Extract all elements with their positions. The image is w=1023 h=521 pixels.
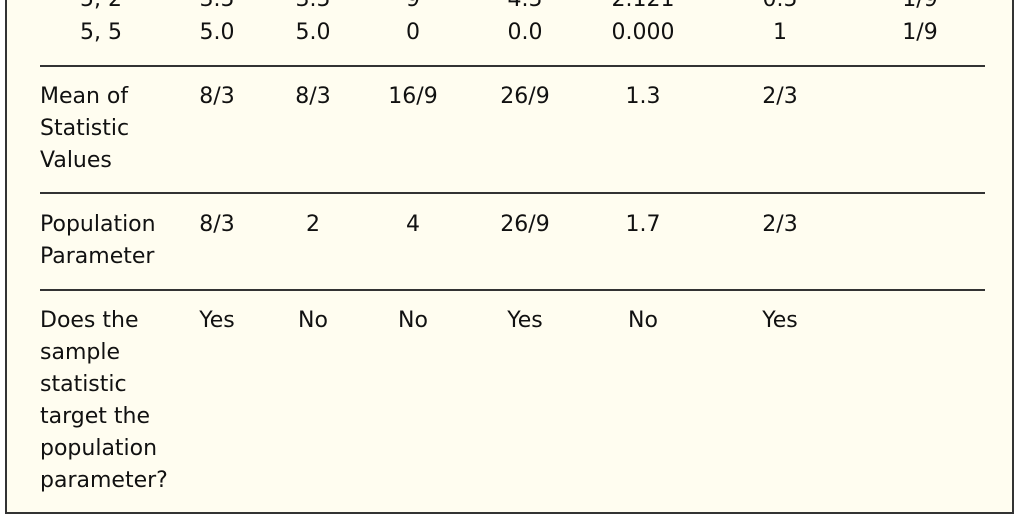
table-cell: 0 — [406, 20, 420, 45]
table-cell: 4 — [406, 212, 420, 237]
table-cell: 4.5 — [508, 0, 543, 16]
row-divider — [40, 192, 985, 194]
row-label: Population Parameter — [40, 212, 156, 269]
table-cell: 2 — [306, 212, 320, 237]
table-cell: 5.0 — [199, 20, 235, 45]
table-cell: 26/9 — [500, 212, 550, 237]
row-divider — [40, 65, 985, 67]
table-cell: 1/9 — [902, 20, 938, 45]
table-cell: 8/3 — [199, 84, 235, 109]
table-cell: 1.7 — [625, 212, 661, 237]
table-cell: 1 — [773, 20, 787, 45]
table-cell: 0.0 — [507, 20, 543, 45]
row-divider — [40, 289, 985, 291]
row-label: 5, 2 — [80, 0, 122, 16]
table-cell: Yes — [507, 308, 543, 333]
table-cell: 3.5 — [296, 0, 331, 16]
row-label: Mean of Statistic Values — [40, 84, 130, 173]
table-cell: Yes — [762, 308, 798, 333]
table-cell: 16/9 — [388, 84, 438, 109]
table-cell: 8/3 — [295, 84, 331, 109]
table-cell: 2/3 — [762, 84, 798, 109]
table-cell: 2.121 — [612, 0, 675, 16]
table-cell: 0.5 — [763, 0, 798, 16]
table-cell: 1.3 — [625, 84, 661, 109]
table-cell: 1/9 — [902, 0, 937, 16]
table-cell: Yes — [199, 308, 235, 333]
table-cell: 26/9 — [500, 84, 550, 109]
row-label: 5, 5 — [80, 20, 122, 45]
table-cell: 0.000 — [611, 20, 675, 45]
table-cell: 2/3 — [762, 212, 798, 237]
row-label: Does the sample statistic target the pop… — [40, 308, 168, 493]
table-cell: No — [398, 308, 428, 333]
table-cell: 9 — [406, 0, 420, 16]
table-cell: 3.5 — [200, 0, 235, 16]
table-cell: 8/3 — [199, 212, 235, 237]
table-cell: No — [298, 308, 328, 333]
table-cell: 5.0 — [295, 20, 331, 45]
table-cell: No — [628, 308, 658, 333]
